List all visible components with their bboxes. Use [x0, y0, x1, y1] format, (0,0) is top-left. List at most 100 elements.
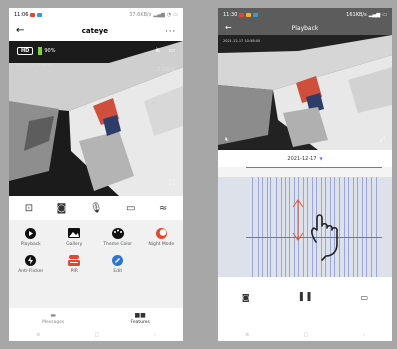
feature-label: Night Mode [148, 242, 175, 247]
status-time: 11:30 [223, 11, 238, 18]
tab-messages[interactable]: ▬ Messages [42, 312, 64, 325]
status-bar: 11:30 161KB/s ▂▄▆ ▭ [218, 8, 392, 21]
gallery-icon [68, 227, 81, 239]
recording-segment-bar [357, 177, 358, 277]
recording-segment-bar [252, 177, 253, 277]
date-selector[interactable]: 2021-12-17 ▼ [218, 150, 392, 167]
phone-screen-playback: 11:30 161KB/s ▂▄▆ ▭ ← Playback 2021-12-1… [218, 8, 392, 341]
notification-icon [246, 12, 252, 17]
recording-segment-bar [270, 177, 271, 277]
recording-segment-bar [281, 177, 282, 277]
recording-segment-bar [348, 177, 349, 277]
recording-segment-bar [276, 177, 277, 277]
camera-scene [218, 35, 392, 150]
app-header: ← Playback [218, 21, 392, 35]
selected-date: 2021-12-17 [287, 155, 317, 162]
phone-screen-main: 11:06 37.6KB/s ▂▄▆ ◔ ▭ ← cateye ··· HD 9… [9, 8, 183, 341]
network-speed: 37.6KB/s [129, 11, 152, 18]
pir-icon [68, 254, 81, 266]
signal-icon: ▂▄▆ [368, 11, 381, 18]
features-icon: ■■ [134, 311, 146, 319]
stream-rate: 2 KB/S [156, 67, 175, 73]
feature-theme-color[interactable]: Theme Color [96, 223, 140, 250]
network-speed: 161KB/s [346, 11, 367, 18]
recording-segment-bar [362, 177, 363, 277]
anti-flicker-icon [25, 254, 37, 266]
camera-icon[interactable]: ◙ [57, 203, 67, 214]
playback-timeline[interactable] [218, 167, 392, 277]
back-icon[interactable]: ‹ [154, 332, 156, 338]
mute-icon[interactable]: 🔇︎ [156, 46, 160, 55]
tab-label: Features [130, 319, 150, 325]
timeline-top-marker [246, 167, 382, 168]
back-arrow-icon[interactable]: ← [225, 23, 232, 33]
feature-label: Theme Color [103, 242, 133, 247]
recording-segment-bar [267, 177, 268, 277]
camera-battery-icon [38, 46, 43, 55]
recording-segment-bar [353, 177, 354, 277]
swipe-gesture-hand-icon [286, 194, 346, 268]
video-timestamp: 2021-12-17 11:06:00 [15, 63, 53, 67]
status-bar: 11:06 37.6KB/s ▂▄▆ ◔ ▭ [9, 8, 183, 21]
feature-playback[interactable]: Playback [9, 223, 53, 250]
night-mode-icon [155, 227, 167, 239]
home-icon[interactable]: □ [304, 332, 309, 338]
app-header: ← cateye ··· [9, 21, 183, 41]
recording-segment-bar [366, 177, 367, 277]
timeline-scale [218, 167, 392, 177]
mute-icon[interactable]: 🔇︎ [225, 136, 229, 144]
battery-icon: ▭ [382, 11, 387, 18]
feature-label: Playback [20, 242, 41, 247]
battery-icon: ▭ [173, 11, 178, 18]
feature-label: PIR [70, 269, 78, 274]
system-nav-bar: ≡ □ ‹ [218, 328, 392, 341]
pause-icon[interactable]: ❚❚ [298, 292, 313, 302]
play-icon [25, 227, 37, 239]
more-options-icon[interactable]: ··· [165, 27, 176, 36]
menu-icon[interactable]: ≡ [245, 332, 249, 338]
menu-icon[interactable]: ≡ [36, 332, 40, 338]
screen-icon[interactable]: ▭ [168, 46, 175, 55]
expand-icon[interactable]: ⤢ [380, 136, 385, 144]
chevron-down-icon: ▼ [319, 156, 323, 161]
record-icon[interactable]: ▭ [361, 293, 369, 302]
feature-label: Edit [113, 269, 123, 274]
feature-gallery[interactable]: Gallery [53, 223, 97, 250]
playback-video-view[interactable]: 2021-12-17 10:58:00 🔇︎ ⤢ [218, 35, 392, 150]
home-icon[interactable]: □ [95, 332, 100, 338]
collapse-icon[interactable]: ≈ [159, 203, 167, 214]
record-icon[interactable]: ▭ [126, 203, 135, 214]
signal-icon: ▂▄▆ [153, 11, 165, 18]
feature-edit[interactable]: Edit [96, 250, 140, 277]
tab-label: Messages [42, 319, 65, 325]
video-timestamp: 2021-12-17 10:58:00 [223, 39, 261, 43]
notification-icon [37, 12, 43, 17]
feature-label: Anti-Flicker [18, 269, 44, 274]
recording-segment-bar [258, 177, 259, 277]
microphone-icon[interactable]: 🎙︎ [90, 203, 103, 214]
recording-segment-bar [262, 177, 263, 277]
status-time: 11:06 [14, 11, 29, 18]
feature-anti-flicker[interactable]: Anti-Flicker [9, 250, 53, 277]
tab-features[interactable]: ■■ Features [131, 312, 150, 325]
feature-night-mode[interactable]: Night Mode [140, 223, 184, 250]
notification-icon [30, 12, 36, 17]
system-nav-bar: ≡ □ ‹ [9, 328, 183, 341]
page-title: Playback [291, 24, 319, 32]
live-video-view[interactable]: HD 90% 🔇︎ ▭ 2021-12-17 11:06:00 2 KB/S ⛶ [9, 41, 183, 196]
palette-icon [111, 227, 124, 239]
snapshot-icon[interactable]: ◙ [242, 293, 250, 302]
hd-badge[interactable]: HD [17, 46, 34, 55]
wifi-icon: ◔ [166, 11, 172, 18]
playback-controls: ◙ ❚❚ ▭ [218, 277, 392, 317]
messages-icon: ▬ [50, 311, 57, 319]
back-arrow-icon[interactable]: ← [16, 26, 24, 36]
screenshot-icon[interactable]: ⊡ [25, 203, 33, 214]
page-title: cateye [81, 27, 109, 35]
video-toolbar: ⊡ ◙ 🎙︎ ▭ ≈ [9, 196, 183, 220]
fullscreen-icon[interactable]: ⛶ [170, 179, 175, 188]
back-icon[interactable]: ‹ [363, 332, 365, 338]
notification-icon [239, 12, 245, 17]
feature-pir[interactable]: PIR [53, 250, 97, 277]
edit-icon [112, 254, 124, 266]
